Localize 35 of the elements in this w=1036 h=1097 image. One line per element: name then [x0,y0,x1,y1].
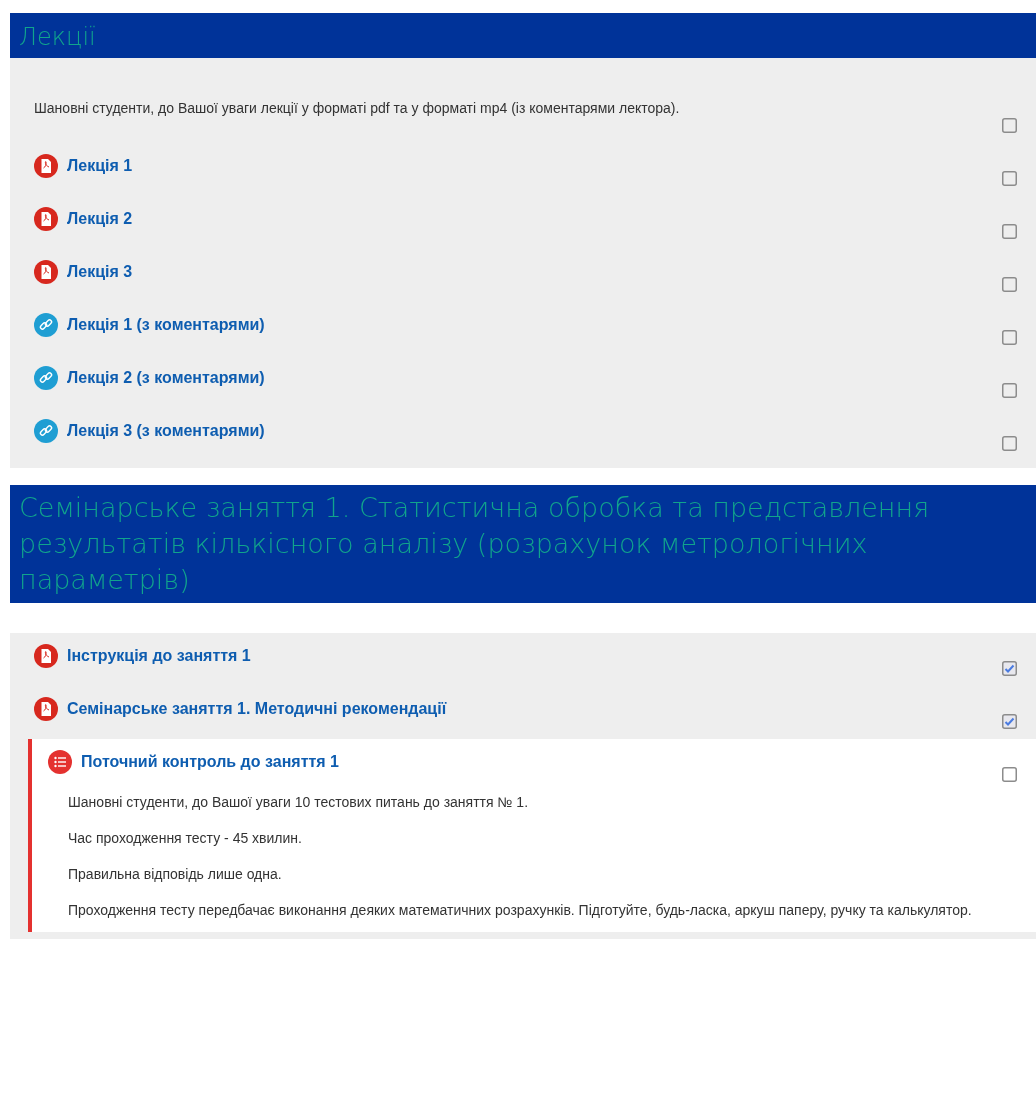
checkbox[interactable] [1002,277,1017,292]
pdf-icon [34,644,58,668]
checked-checkbox[interactable] [1002,714,1017,729]
activity-link[interactable]: Лекція 1 (з коментарями) [67,316,265,334]
activity-link[interactable]: Семінарське заняття 1. Методичні рекомендації [67,700,447,718]
activity-link[interactable]: Поточний контроль до заняття 1 [81,753,339,771]
checkbox[interactable] [1002,436,1017,451]
description-text: Правильна відповідь лише одна. [68,865,283,884]
description-text: Шановні студенти, до Вашої уваги 10 тестових питань до заняття № 1. [68,793,530,812]
pdf-icon [34,697,58,721]
activity-link[interactable]: Лекція 3 [67,263,133,281]
pdf-icon [34,207,58,231]
description-text: Проходження тесту передбачає виконання деяких математичних розрахунків. Підготуйте, будь-ласка, аркуш паперу, ручку та калькулятор. [68,901,973,920]
pdf-icon [34,260,58,284]
checkbox[interactable] [1002,767,1017,782]
link-icon [34,366,58,390]
activity-link[interactable]: Лекція 2 (з коментарями) [67,369,265,387]
section-title: Лекції [10,13,1036,58]
activity-link[interactable]: Лекція 2 [67,210,133,228]
intro-text: Шановні студенти, до Вашої уваги лекції у форматі pdf та у форматі mp4 (із коментарями лектора). [33,99,681,116]
checkbox[interactable] [1002,383,1017,398]
activity-link[interactable]: Лекція 1 [67,157,133,175]
link-icon [34,313,58,337]
link-icon [34,419,58,443]
list-icon [48,750,72,774]
checked-checkbox[interactable] [1002,661,1017,676]
pdf-icon [34,154,58,178]
section-title: Семінарське заняття 1. Статистична обробка та представлення результатів кількісного аналізу (розрахунок метрологічних параметрів) [10,485,1036,603]
checkbox[interactable] [1002,171,1017,186]
activity-link[interactable]: Інструкція до заняття 1 [67,647,251,665]
checkbox[interactable] [1002,118,1017,133]
description-text: Час проходження тесту - 45 хвилин. [68,829,303,848]
checkbox[interactable] [1002,224,1017,239]
checkbox[interactable] [1002,330,1017,345]
activity-link[interactable]: Лекція 3 (з коментарями) [67,422,265,440]
